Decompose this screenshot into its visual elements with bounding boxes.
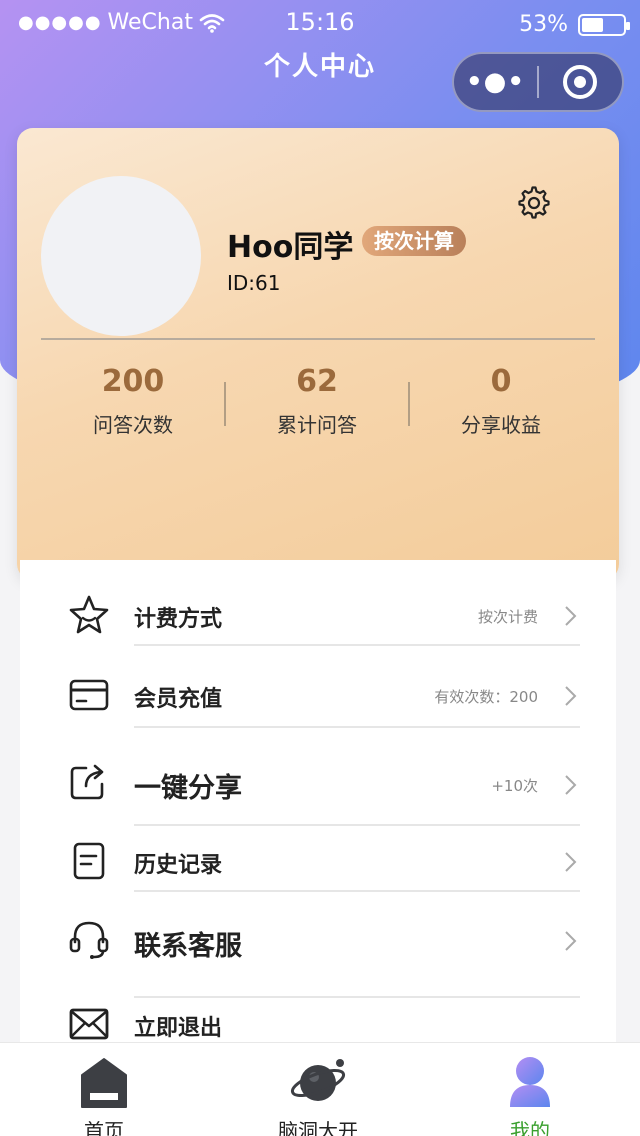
stat-share-earnings[interactable]: 0 分享收益	[411, 364, 591, 438]
card-icon	[69, 679, 109, 711]
menu-divider	[134, 644, 580, 646]
menu-item-history[interactable]: 历史记录	[20, 834, 616, 890]
planet-icon	[290, 1059, 346, 1101]
menu-list: 计费方式 按次计费 会员充值 有效次数：200 一键分享 +10次 历史记录 联…	[20, 560, 616, 1060]
menu-item-support[interactable]: 联系客服	[20, 908, 616, 972]
menu-divider	[134, 824, 580, 826]
stat-label: 累计问答	[277, 413, 357, 437]
menu-item-billing[interactable]: 计费方式 按次计费	[20, 590, 616, 646]
stat-divider	[224, 382, 226, 426]
battery-percent: 53%	[519, 12, 568, 37]
tab-home[interactable]: 首页	[24, 1043, 184, 1136]
stat-label: 分享收益	[461, 413, 541, 437]
menu-label: 会员充值	[134, 687, 223, 712]
stat-value: 200	[101, 364, 165, 399]
avatar[interactable]	[41, 176, 201, 336]
username: Hoo同学	[227, 230, 354, 265]
menu-label: 立即退出	[134, 1016, 223, 1041]
menu-item-recharge[interactable]: 会员充值 有效次数：200	[20, 668, 616, 724]
star-icon	[69, 595, 109, 634]
chevron-right-icon	[565, 852, 577, 872]
menu-item-share[interactable]: 一键分享 +10次	[20, 752, 616, 816]
headset-icon	[69, 921, 109, 959]
tab-brainstorm[interactable]: 脑洞大开	[238, 1043, 398, 1136]
tab-label: 脑洞大开	[278, 1119, 358, 1136]
menu-label: 一键分享	[134, 773, 242, 804]
gear-icon[interactable]	[517, 186, 551, 220]
chevron-right-icon	[565, 775, 577, 795]
stat-total-qa[interactable]: 62 累计问答	[227, 364, 407, 438]
stat-qa-count[interactable]: 200 问答次数	[43, 364, 223, 438]
user-id: ID:61	[227, 271, 281, 295]
stats-row: 200 问答次数 62 累计问答 0 分享收益	[17, 364, 619, 454]
document-icon	[73, 842, 105, 880]
chevron-right-icon	[565, 606, 577, 626]
stat-value: 0	[490, 364, 512, 399]
menu-label: 计费方式	[134, 607, 223, 632]
menu-value: 有效次数：200	[434, 688, 538, 706]
chevron-right-icon	[565, 931, 577, 951]
more-menu-button[interactable]: •●•	[454, 67, 537, 97]
stat-label: 问答次数	[93, 413, 173, 437]
menu-value: 按次计费	[477, 608, 538, 626]
menu-label: 历史记录	[134, 853, 223, 878]
menu-divider	[134, 726, 580, 728]
menu-value: +10次	[491, 777, 538, 795]
menu-divider	[134, 890, 580, 892]
mini-program-capsule: •●•	[452, 52, 624, 112]
stat-divider	[408, 382, 410, 426]
battery-level	[582, 17, 604, 32]
menu-label: 联系客服	[134, 931, 242, 962]
user-icon	[510, 1057, 550, 1107]
tab-bar: 首页 脑洞大开 我的	[0, 1042, 640, 1136]
menu-divider	[134, 996, 580, 998]
target-icon	[563, 65, 598, 99]
tab-label: 首页	[84, 1119, 124, 1136]
status-battery: 53%	[519, 12, 630, 37]
share-icon	[70, 764, 104, 800]
tab-mine[interactable]: 我的	[450, 1043, 610, 1136]
battery-icon	[578, 13, 630, 36]
status-bar: ●●●●● WeChat 15:16 53%	[0, 0, 640, 48]
home-icon	[81, 1058, 127, 1108]
tab-label: 我的	[510, 1119, 550, 1136]
billing-badge: 按次计算	[362, 226, 466, 256]
profile-card: Hoo同学 按次计算 ID:61 200 问答次数 62 累计问答 0 分享收益	[17, 128, 619, 580]
card-divider	[41, 338, 595, 340]
chevron-right-icon	[565, 686, 577, 706]
stat-value: 62	[296, 364, 338, 399]
close-program-button[interactable]	[539, 65, 622, 99]
mail-icon	[69, 1008, 109, 1040]
